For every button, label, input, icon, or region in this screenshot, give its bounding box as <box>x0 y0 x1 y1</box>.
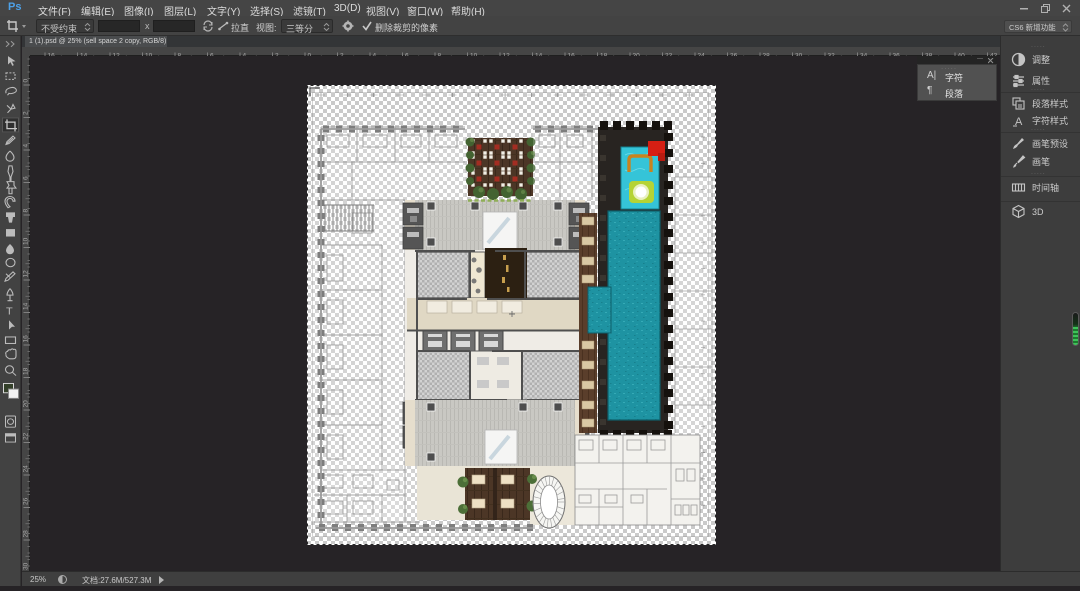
svg-text:26: 26 <box>23 497 30 505</box>
svg-text:0: 0 <box>23 79 30 83</box>
svg-text:2: 2 <box>23 111 30 115</box>
svg-text:16: 16 <box>23 335 30 343</box>
svg-text:28: 28 <box>23 530 30 538</box>
svg-text:22: 22 <box>23 432 30 440</box>
svg-text:20: 20 <box>23 400 30 408</box>
svg-text:30: 30 <box>23 562 30 570</box>
svg-text:24: 24 <box>23 465 30 473</box>
svg-text:8: 8 <box>23 209 30 213</box>
svg-text:T: T <box>6 306 13 318</box>
svg-text:12: 12 <box>23 270 30 278</box>
svg-text:10: 10 <box>23 237 30 245</box>
svg-text:6: 6 <box>23 176 30 180</box>
svg-text:4: 4 <box>23 144 30 148</box>
svg-text:14: 14 <box>23 302 30 310</box>
svg-text:18: 18 <box>23 367 30 375</box>
